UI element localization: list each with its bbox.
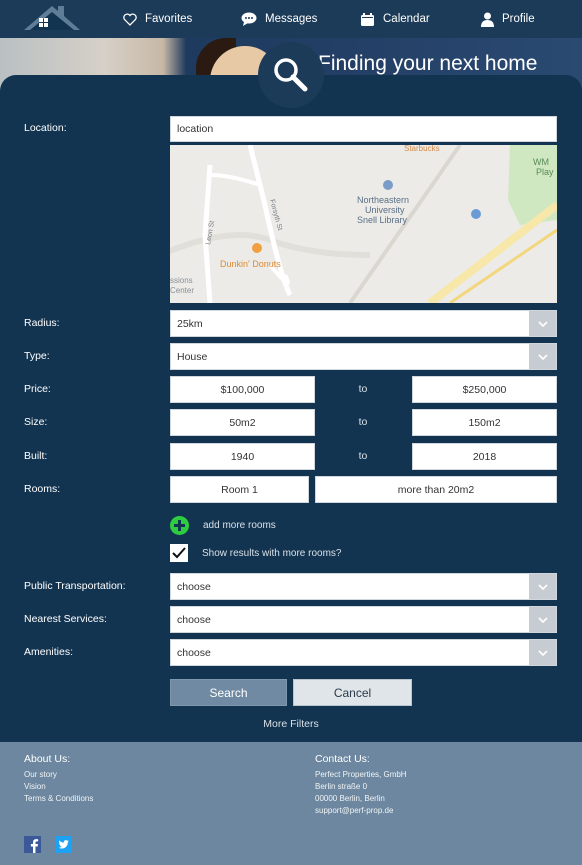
location-map[interactable]: Starbucks Northeastern University Snell … (170, 145, 557, 303)
built-max-input[interactable]: 2018 (412, 443, 557, 470)
radius-value: 25km (177, 317, 203, 330)
price-to-label: to (358, 383, 368, 395)
price-min-input[interactable]: $100,000 (170, 376, 315, 403)
add-rooms-label: add more rooms (203, 520, 276, 531)
chat-bubble-icon (241, 12, 257, 26)
built-min-input[interactable]: 1940 (170, 443, 315, 470)
nav-messages-label: Messages (265, 13, 318, 25)
radius-select[interactable]: 25km (170, 310, 557, 337)
size-min-value: 50m2 (229, 416, 256, 429)
room-size-value: more than 20m2 (397, 483, 475, 496)
search-icon (274, 58, 308, 92)
nav-calendar[interactable]: Calendar (360, 0, 430, 38)
map-label-wm-2: Play (536, 167, 554, 177)
radius-label: Radius: (24, 317, 60, 329)
built-max-value: 2018 (472, 450, 497, 463)
chevron-down-icon (529, 640, 556, 665)
map-label-missions-2: Center (170, 286, 194, 295)
type-label: Type: (24, 350, 50, 362)
room-value: Room 1 (221, 483, 258, 496)
footer-about-heading: About Us: (24, 753, 71, 765)
size-max-input[interactable]: 150m2 (412, 409, 557, 436)
built-min-value: 1940 (230, 450, 255, 463)
chevron-down-icon (529, 574, 556, 599)
amenities-select[interactable]: choose (170, 639, 557, 666)
more-filters-link[interactable]: More Filters (0, 718, 582, 730)
hero-title: Finding your next home (318, 52, 538, 75)
amenities-value: choose (177, 646, 211, 659)
amenities-label: Amenities: (24, 646, 74, 658)
footer-link-vision[interactable]: Vision (24, 782, 46, 791)
location-value: location (177, 123, 214, 135)
calendar-icon (361, 12, 374, 26)
size-to-label: to (358, 416, 368, 428)
map-label-wm-1: WM (533, 157, 549, 167)
plus-circle-icon (170, 516, 189, 535)
public-transport-value: choose (177, 580, 211, 593)
room-select[interactable]: Room 1 (170, 476, 309, 503)
location-label: Location: (24, 122, 67, 134)
map-label-starbucks: Starbucks (404, 145, 440, 153)
show-more-rooms-checkbox[interactable] (170, 544, 188, 562)
show-more-rooms-label: Show results with more rooms? (202, 547, 342, 559)
built-label: Built: (24, 450, 48, 462)
footer (0, 742, 582, 865)
map-label-library-1: Northeastern (357, 195, 409, 205)
nav-favorites[interactable]: Favorites (123, 0, 192, 38)
nearest-services-select[interactable]: choose (170, 606, 557, 633)
search-badge (258, 42, 324, 108)
footer-link-terms[interactable]: Terms & Conditions (24, 794, 93, 803)
footer-link-our-story[interactable]: Our story (24, 770, 57, 779)
twitter-icon[interactable] (55, 836, 72, 853)
public-transport-label: Public Transportation: (24, 580, 126, 592)
footer-contact-company: Perfect Properties, GmbH (315, 770, 407, 779)
location-input[interactable]: location (170, 116, 557, 142)
type-select[interactable]: House (170, 343, 557, 370)
nav-favorites-label: Favorites (145, 13, 193, 25)
show-more-rooms-option[interactable]: Show results with more rooms? (170, 544, 342, 562)
nearest-services-label: Nearest Services: (24, 613, 107, 625)
nav-messages[interactable]: Messages (241, 0, 317, 38)
add-rooms-button[interactable]: add more rooms (170, 516, 276, 535)
nav-calendar-label: Calendar (383, 13, 430, 25)
nav-profile[interactable]: Profile (481, 0, 535, 38)
size-min-input[interactable]: 50m2 (170, 409, 315, 436)
chevron-down-icon (529, 607, 556, 632)
footer-contact-heading: Contact Us: (315, 753, 370, 765)
rooms-label: Rooms: (24, 483, 61, 495)
room-size-select[interactable]: more than 20m2 (315, 476, 557, 503)
nav-profile-label: Profile (502, 13, 535, 25)
chevron-down-icon (529, 344, 556, 369)
map-label-donuts: Dunkin' Donuts (220, 259, 281, 269)
price-max-value: $250,000 (462, 383, 507, 396)
top-nav: Favorites Messages Calendar Profile (0, 0, 582, 38)
size-label: Size: (24, 416, 48, 428)
type-value: House (177, 350, 208, 363)
map-label-library-2: University (365, 205, 405, 215)
chevron-down-icon (529, 311, 556, 336)
nearest-services-value: choose (177, 613, 211, 626)
price-label: Price: (24, 383, 51, 395)
price-max-input[interactable]: $250,000 (412, 376, 557, 403)
map-label-missions-1: ssions (170, 276, 193, 285)
checkmark-icon (172, 547, 186, 559)
user-icon (481, 12, 494, 27)
footer-contact-email[interactable]: support@perf-prop.de (315, 806, 393, 815)
heart-icon (123, 12, 137, 26)
house-logo-icon[interactable] (22, 2, 86, 32)
map-label-library-3: Snell Library (357, 215, 408, 225)
facebook-icon[interactable] (24, 836, 41, 853)
footer-contact-city: 00000 Berlin, Berlin (315, 794, 385, 803)
footer-contact-street: Berlin straße 0 (315, 782, 368, 791)
search-button[interactable]: Search (170, 679, 287, 706)
public-transport-select[interactable]: choose (170, 573, 557, 600)
size-max-value: 150m2 (468, 416, 501, 429)
price-min-value: $100,000 (220, 383, 265, 396)
built-to-label: to (358, 450, 368, 462)
cancel-button[interactable]: Cancel (293, 679, 412, 706)
